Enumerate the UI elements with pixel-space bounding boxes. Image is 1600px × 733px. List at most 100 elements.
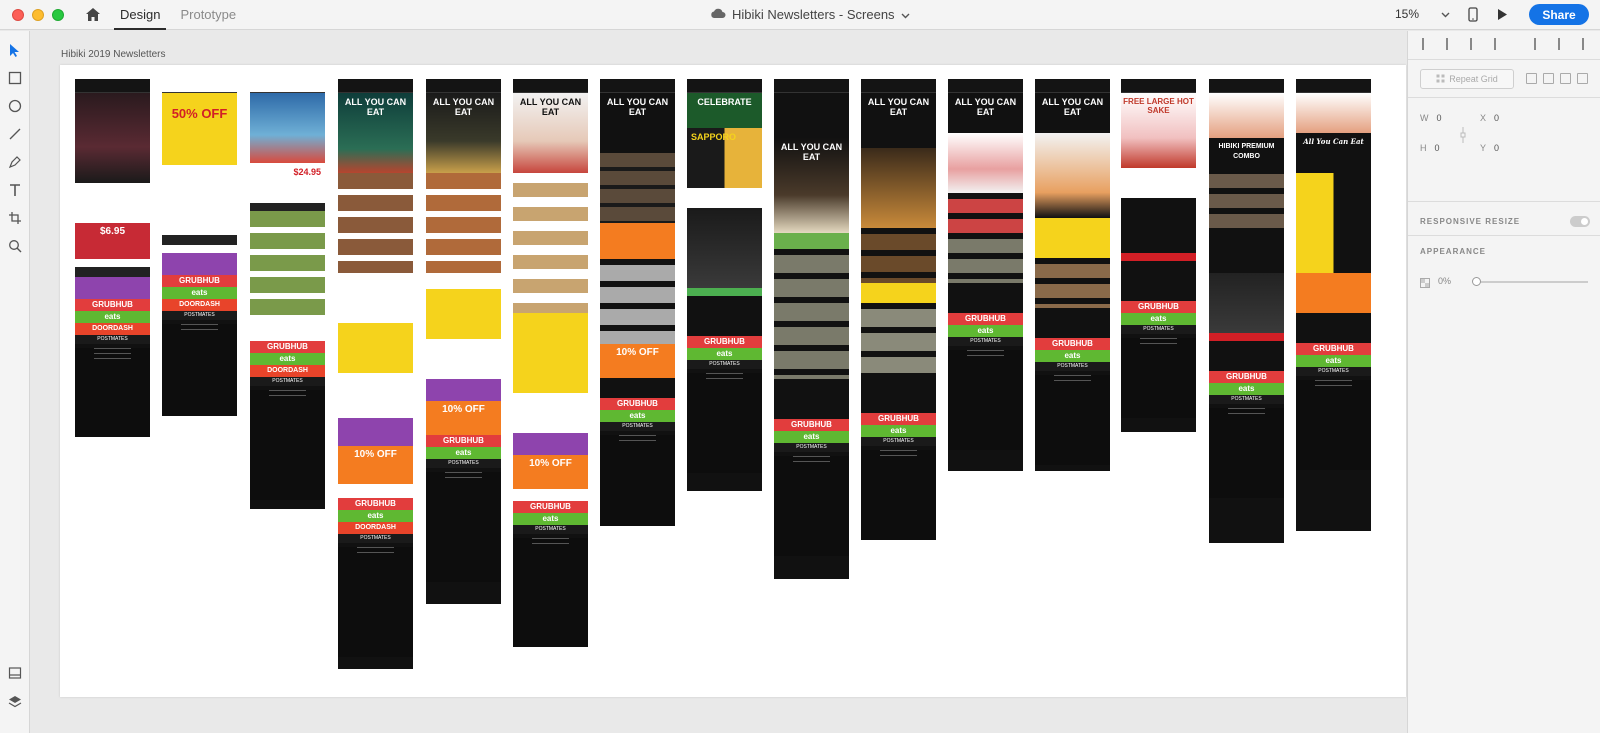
red-cta[interactable] — [1209, 333, 1284, 341]
height-field[interactable]: H0 — [1420, 143, 1440, 153]
x-field[interactable]: X0 — [1480, 113, 1499, 123]
grubhub-banner[interactable]: GRUBHUB — [1121, 301, 1196, 313]
ubereats-banner[interactable]: eats — [948, 325, 1023, 337]
ubereats-banner[interactable]: eats — [1035, 350, 1110, 362]
ubereats-banner[interactable]: eats — [250, 353, 325, 365]
grubhub-banner[interactable]: GRUBHUB — [1209, 371, 1284, 383]
postmates-banner[interactable]: POSTMATES — [162, 311, 237, 320]
align-left-icon[interactable] — [1534, 38, 1546, 50]
newsletter-screen-8[interactable]: CELEBRATE SAPPORO GRUBHUB eats POSTMATES — [687, 79, 762, 491]
ubereats-banner[interactable]: eats — [1296, 355, 1371, 367]
cta-button[interactable] — [75, 267, 150, 277]
newsletter-screen-4[interactable]: ALL YOU CAN EAT 10% OFF GRUBHUB eats DOO… — [338, 79, 413, 669]
newsletter-screen-1[interactable]: $6.95 GRUBHUB eats DOORDASH POSTMATES — [75, 79, 150, 437]
align-right-icon[interactable] — [1582, 38, 1594, 50]
repeat-grid-button[interactable]: Repeat Grid — [1420, 69, 1514, 89]
grubhub-banner[interactable]: GRUBHUB — [1296, 343, 1371, 355]
add-shape-icon[interactable] — [1526, 73, 1537, 84]
postmates-banner[interactable]: POSTMATES — [1035, 362, 1110, 371]
grubhub-banner[interactable]: GRUBHUB — [513, 501, 588, 513]
tab-design[interactable]: Design — [113, 1, 167, 30]
doordash-banner[interactable]: DOORDASH — [250, 365, 325, 377]
grubhub-banner[interactable]: GRUBHUB — [75, 299, 150, 311]
home-icon[interactable] — [84, 6, 102, 24]
ubereats-banner[interactable]: eats — [1121, 313, 1196, 325]
newsletter-screen-11[interactable]: ALL YOU CAN EAT GRUBHUB eats POSTMATES — [948, 79, 1023, 471]
newsletter-screen-9[interactable]: ALL YOU CAN EAT GRUBHUB eats POSTMATES — [774, 79, 849, 579]
rectangle-tool-icon[interactable] — [6, 69, 24, 87]
artboard-tool-icon[interactable] — [6, 209, 24, 227]
postmates-banner[interactable]: POSTMATES — [687, 360, 762, 369]
postmates-banner[interactable]: POSTMATES — [513, 525, 588, 534]
ellipse-tool-icon[interactable] — [6, 97, 24, 115]
postmates-banner[interactable]: POSTMATES — [338, 534, 413, 543]
newsletter-screen-15[interactable]: All You Can Eat GRUBHUB eats POSTMATES — [1296, 79, 1371, 531]
document-title[interactable]: Hibiki Newsletters - Screens — [710, 7, 910, 22]
doordash-banner[interactable]: DOORDASH — [162, 299, 237, 311]
minimize-window-button[interactable] — [32, 8, 44, 21]
ubereats-banner[interactable]: eats — [513, 513, 588, 525]
layers-panel-icon[interactable] — [6, 693, 24, 711]
postmates-banner[interactable]: POSTMATES — [1209, 395, 1284, 404]
opacity-slider-handle[interactable] — [1472, 277, 1481, 286]
cta-button[interactable] — [162, 235, 237, 245]
share-button[interactable]: Share — [1529, 4, 1589, 25]
newsletter-screen-2[interactable]: 50% OFF GRUBHUB eats DOORDASH POSTMATES — [162, 79, 237, 416]
newsletter-screen-10[interactable]: ALL YOU CAN EAT GRUBHUB eats POSTMATES — [861, 79, 936, 540]
newsletter-screen-3[interactable]: $24.95 GRUBHUB eats DOORDASH POSTMATES — [250, 79, 325, 509]
tab-prototype[interactable]: Prototype — [178, 1, 238, 28]
align-top-icon[interactable] — [1422, 38, 1434, 50]
zoom-select[interactable]: 15% — [1395, 7, 1450, 21]
lock-aspect-icon[interactable] — [1460, 127, 1466, 148]
postmates-banner[interactable]: POSTMATES — [600, 422, 675, 431]
postmates-banner[interactable]: POSTMATES — [1296, 367, 1371, 376]
doordash-banner[interactable]: DOORDASH — [338, 522, 413, 534]
grubhub-banner[interactable]: GRUBHUB — [948, 313, 1023, 325]
ubereats-banner[interactable]: eats — [774, 431, 849, 443]
newsletter-screen-5[interactable]: ALL YOU CAN EAT 10% OFF GRUBHUB eats POS… — [426, 79, 501, 604]
postmates-banner[interactable]: POSTMATES — [948, 337, 1023, 346]
y-field[interactable]: Y0 — [1480, 143, 1499, 153]
postmates-banner[interactable]: POSTMATES — [426, 459, 501, 468]
ubereats-banner[interactable]: eats — [75, 311, 150, 323]
newsletter-screen-7[interactable]: ALL YOU CAN EAT 10% OFF GRUBHUB eats POS… — [600, 79, 675, 526]
device-preview-icon[interactable] — [1468, 7, 1478, 27]
grubhub-banner[interactable]: GRUBHUB — [1035, 338, 1110, 350]
responsive-resize-toggle[interactable] — [1570, 216, 1590, 227]
postmates-banner[interactable]: POSTMATES — [250, 377, 325, 386]
align-middle-icon[interactable] — [1446, 38, 1458, 50]
grubhub-banner[interactable]: GRUBHUB — [426, 435, 501, 447]
intersect-shape-icon[interactable] — [1560, 73, 1571, 84]
select-tool-icon[interactable] — [6, 41, 24, 59]
doordash-banner[interactable]: DOORDASH — [75, 323, 150, 335]
postmates-banner[interactable]: POSTMATES — [861, 437, 936, 446]
cta-button[interactable] — [250, 203, 325, 211]
ubereats-banner[interactable]: eats — [162, 287, 237, 299]
newsletter-screen-13[interactable]: FREE LARGE HOT SAKE GRUBHUB eats POSTMAT… — [1121, 79, 1196, 432]
grubhub-banner[interactable]: GRUBHUB — [600, 398, 675, 410]
width-field[interactable]: W0 — [1420, 113, 1442, 123]
ubereats-banner[interactable]: eats — [426, 447, 501, 459]
postmates-banner[interactable]: POSTMATES — [75, 335, 150, 344]
opacity-slider-track[interactable] — [1476, 281, 1588, 283]
grubhub-banner[interactable]: GRUBHUB — [774, 419, 849, 431]
ubereats-banner[interactable]: eats — [1209, 383, 1284, 395]
exclude-shape-icon[interactable] — [1577, 73, 1588, 84]
grubhub-banner[interactable]: GRUBHUB — [250, 341, 325, 353]
align-center-icon[interactable] — [1558, 38, 1570, 50]
ubereats-banner[interactable]: eats — [338, 510, 413, 522]
pen-tool-icon[interactable] — [6, 153, 24, 171]
newsletter-screen-12[interactable]: ALL YOU CAN EAT GRUBHUB eats POSTMATES — [1035, 79, 1110, 471]
opacity-value[interactable]: 0% — [1438, 276, 1451, 286]
green-cta[interactable] — [687, 288, 762, 296]
maximize-window-button[interactable] — [52, 8, 64, 21]
red-cta[interactable] — [1121, 253, 1196, 261]
distribute-vertical-icon[interactable] — [1494, 38, 1506, 50]
ubereats-banner[interactable]: eats — [861, 425, 936, 437]
newsletter-screen-6[interactable]: ALL YOU CAN EAT 10% OFF GRUBHUB eats POS… — [513, 79, 588, 647]
grubhub-banner[interactable]: GRUBHUB — [687, 336, 762, 348]
line-tool-icon[interactable] — [6, 125, 24, 143]
ubereats-banner[interactable]: eats — [600, 410, 675, 422]
play-icon[interactable] — [1497, 8, 1508, 26]
postmates-banner[interactable]: POSTMATES — [1121, 325, 1196, 334]
